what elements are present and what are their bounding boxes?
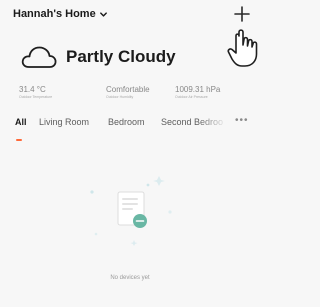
- plus-icon[interactable]: [232, 4, 252, 24]
- outdoor-air-pressure-value: 1009.31 hPa: [175, 85, 221, 94]
- more-tabs-button[interactable]: •••: [235, 115, 249, 126]
- tab-living-room[interactable]: Living Room: [39, 117, 89, 127]
- tab-bedroom[interactable]: Bedroom: [108, 117, 145, 127]
- chevron-down-icon: [99, 11, 107, 17]
- outdoor-temperature-caption: Outdoor Temperature: [19, 95, 53, 99]
- weather-condition: Partly Cloudy: [66, 47, 176, 66]
- active-tab-indicator: [16, 139, 22, 141]
- outdoor-humidity-value: Comfortable: [106, 85, 150, 94]
- cloud-icon: [21, 46, 57, 68]
- empty-state-message: No devices yet: [110, 275, 150, 281]
- weather-summary: Partly Cloudy: [20, 44, 176, 70]
- outdoor-temperature-value: 31.4 °C: [19, 85, 46, 94]
- outdoor-air-pressure: 1009.31 hPa Outdoor Air Pressure: [175, 85, 220, 99]
- outdoor-humidity: Comfortable Outdoor Humidity: [106, 85, 150, 99]
- tab-all[interactable]: All: [15, 117, 27, 127]
- outdoor-air-pressure-caption: Outdoor Air Pressure: [175, 95, 208, 99]
- empty-document-icon: [90, 176, 172, 246]
- home-switcher[interactable]: Hannah's Home: [13, 8, 108, 20]
- room-tabs: All Living Room Bedroom Second Bedroo ••…: [0, 113, 260, 143]
- tab-second-bedroom[interactable]: Second Bedroo: [161, 117, 223, 127]
- top-bar: Hannah's Home: [0, 0, 260, 34]
- outdoor-humidity-caption: Outdoor Humidity: [106, 95, 134, 99]
- home-name: Hannah's Home: [13, 8, 96, 20]
- hand-pointer-icon: [227, 29, 258, 67]
- outdoor-temperature: 31.4 °C Outdoor Temperature: [19, 85, 52, 99]
